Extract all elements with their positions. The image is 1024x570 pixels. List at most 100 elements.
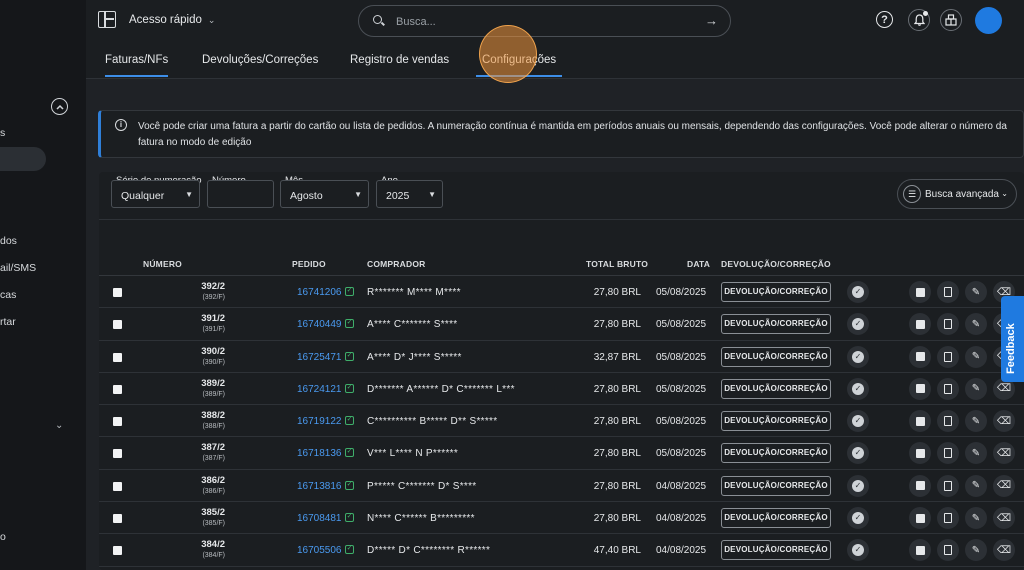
number-input[interactable] xyxy=(207,180,274,208)
status-check-icon[interactable]: ✓ xyxy=(847,377,869,400)
edit-icon[interactable]: ✎ xyxy=(965,410,987,433)
document-icon[interactable] xyxy=(937,313,959,336)
status-check-icon[interactable]: ✓ xyxy=(847,313,869,336)
document-icon[interactable] xyxy=(937,539,959,562)
edit-icon[interactable]: ✎ xyxy=(965,345,987,368)
advanced-search-button[interactable]: ☰ Busca avançada ⌄ xyxy=(897,179,1017,209)
status-check-icon[interactable]: ✓ xyxy=(847,507,869,530)
help-icon[interactable]: ? xyxy=(876,11,893,28)
return-correction-button[interactable]: DEVOLUÇÃO/CORREÇÃO xyxy=(721,314,831,335)
layout-icon[interactable] xyxy=(98,11,116,28)
status-check-icon[interactable]: ✓ xyxy=(847,442,869,465)
bell-icon[interactable] xyxy=(908,9,930,31)
return-correction-button[interactable]: DEVOLUÇÃO/CORREÇÃO xyxy=(721,378,831,399)
sidebar-item[interactable]: ail/SMS xyxy=(0,262,36,274)
return-correction-button[interactable]: DEVOLUÇÃO/CORREÇÃO xyxy=(721,443,831,464)
order-link[interactable]: 16708481 xyxy=(297,513,342,524)
col-comprador[interactable]: COMPRADOR xyxy=(367,259,425,269)
checkbox-action-icon[interactable] xyxy=(909,377,931,400)
row-checkbox[interactable] xyxy=(113,384,122,394)
status-check-icon[interactable]: ✓ xyxy=(847,345,869,368)
status-check-icon[interactable]: ✓ xyxy=(847,474,869,497)
quick-access-menu[interactable]: Acesso rápido ⌄ xyxy=(129,14,215,26)
edit-icon[interactable]: ✎ xyxy=(965,474,987,497)
col-total[interactable]: TOTAL BRUTO xyxy=(586,259,648,269)
checkbox-action-icon[interactable] xyxy=(909,539,931,562)
row-checkbox[interactable] xyxy=(113,288,122,297)
table-row[interactable]: 387/2 (387/F) 16718136 ✓ V*** L**** N P*****… xyxy=(99,437,1024,470)
order-link[interactable]: 16719122 xyxy=(297,416,342,427)
avatar[interactable] xyxy=(975,7,1002,34)
row-checkbox[interactable] xyxy=(113,546,122,556)
sidebar-active-item[interactable] xyxy=(0,147,46,171)
sidebar-item[interactable]: dos xyxy=(0,235,17,247)
document-icon[interactable] xyxy=(937,345,959,368)
row-checkbox[interactable] xyxy=(113,514,122,524)
row-checkbox[interactable] xyxy=(113,449,122,459)
sidebar-item[interactable]: cas xyxy=(0,289,16,301)
checkbox-action-icon[interactable] xyxy=(909,281,931,303)
order-link[interactable]: 16705506 xyxy=(297,545,342,556)
status-check-icon[interactable]: ✓ xyxy=(847,281,869,303)
edit-icon[interactable]: ✎ xyxy=(965,507,987,530)
return-correction-button[interactable]: DEVOLUÇÃO/CORREÇÃO xyxy=(721,540,831,561)
checkbox-action-icon[interactable] xyxy=(909,313,931,336)
sidebar-item[interactable]: o xyxy=(0,531,6,543)
row-checkbox[interactable] xyxy=(113,417,122,427)
table-row[interactable]: 391/2 (391/F) 16740449 ✓ A**** C******* S***… xyxy=(99,308,1024,341)
tab-invoices[interactable]: Faturas/NFs xyxy=(105,54,169,77)
table-row[interactable]: 384/2 (384/F) 16705506 ✓ D***** D* C********… xyxy=(99,534,1024,567)
edit-icon[interactable]: ✎ xyxy=(965,281,987,303)
year-select[interactable]: 2025 ▼ xyxy=(376,180,443,208)
table-row[interactable]: 385/2 (385/F) 16708481 ✓ N**** C****** B****… xyxy=(99,502,1024,535)
status-check-icon[interactable]: ✓ xyxy=(847,539,869,562)
edit-icon[interactable]: ✎ xyxy=(965,313,987,336)
document-icon[interactable] xyxy=(937,377,959,400)
tab-sales-register[interactable]: Registro de vendas xyxy=(350,54,449,75)
edit-icon[interactable]: ✎ xyxy=(965,377,987,400)
sidebar-item[interactable]: rtar xyxy=(0,316,16,328)
checkbox-action-icon[interactable] xyxy=(909,410,931,433)
collapse-sidebar-button[interactable] xyxy=(51,98,68,115)
edit-icon[interactable]: ✎ xyxy=(965,539,987,562)
col-numero[interactable]: NÚMERO xyxy=(143,259,182,269)
document-icon[interactable] xyxy=(937,410,959,433)
return-correction-button[interactable]: DEVOLUÇÃO/CORREÇÃO xyxy=(721,282,831,302)
eraser-icon[interactable]: ⌫ xyxy=(993,474,1015,497)
document-icon[interactable] xyxy=(937,507,959,530)
document-icon[interactable] xyxy=(937,281,959,303)
checkbox-action-icon[interactable] xyxy=(909,442,931,465)
order-link[interactable]: 16718136 xyxy=(297,448,342,459)
order-link[interactable]: 16713816 xyxy=(297,481,342,492)
order-link[interactable]: 16724121 xyxy=(297,384,342,395)
search-input[interactable] xyxy=(396,13,686,31)
col-data[interactable]: DATA xyxy=(687,259,710,269)
edit-icon[interactable]: ✎ xyxy=(965,442,987,465)
col-pedido[interactable]: PEDIDO xyxy=(292,259,326,269)
eraser-icon[interactable]: ⌫ xyxy=(993,410,1015,433)
table-row[interactable]: 388/2 (388/F) 16719122 ✓ C********** B***** … xyxy=(99,405,1024,438)
tab-returns[interactable]: Devoluções/Correções xyxy=(202,54,318,75)
table-row[interactable]: 386/2 (386/F) 16713816 ✓ P***** C******* D* … xyxy=(99,470,1024,503)
checkbox-action-icon[interactable] xyxy=(909,474,931,497)
row-checkbox[interactable] xyxy=(113,352,122,362)
table-row[interactable]: 392/2 (392/F) 16741206 ✓ R******* M**** M***… xyxy=(99,276,1024,309)
return-correction-button[interactable]: DEVOLUÇÃO/CORREÇÃO xyxy=(721,346,831,367)
table-row[interactable]: 389/2 (389/F) 16724121 ✓ D******* A****** D*… xyxy=(99,373,1024,406)
document-icon[interactable] xyxy=(937,442,959,465)
row-checkbox[interactable] xyxy=(113,320,122,330)
order-link[interactable]: 16740449 xyxy=(297,319,342,330)
order-link[interactable]: 16725471 xyxy=(297,352,342,363)
order-link[interactable]: 16741206 xyxy=(297,287,342,298)
return-correction-button[interactable]: DEVOLUÇÃO/CORREÇÃO xyxy=(721,475,831,496)
eraser-icon[interactable]: ⌫ xyxy=(993,442,1015,465)
chevron-down-icon[interactable]: ⌄ xyxy=(55,420,63,431)
feedback-tab[interactable]: Feedback xyxy=(1001,296,1024,382)
sidebar-item[interactable]: s xyxy=(0,127,5,139)
month-select[interactable]: Agosto ▼ xyxy=(280,180,369,208)
checkbox-action-icon[interactable] xyxy=(909,507,931,530)
return-correction-button[interactable]: DEVOLUÇÃO/CORREÇÃO xyxy=(721,411,831,432)
status-check-icon[interactable]: ✓ xyxy=(847,410,869,433)
eraser-icon[interactable]: ⌫ xyxy=(993,539,1015,562)
series-select[interactable]: Qualquer ▼ xyxy=(111,180,200,208)
